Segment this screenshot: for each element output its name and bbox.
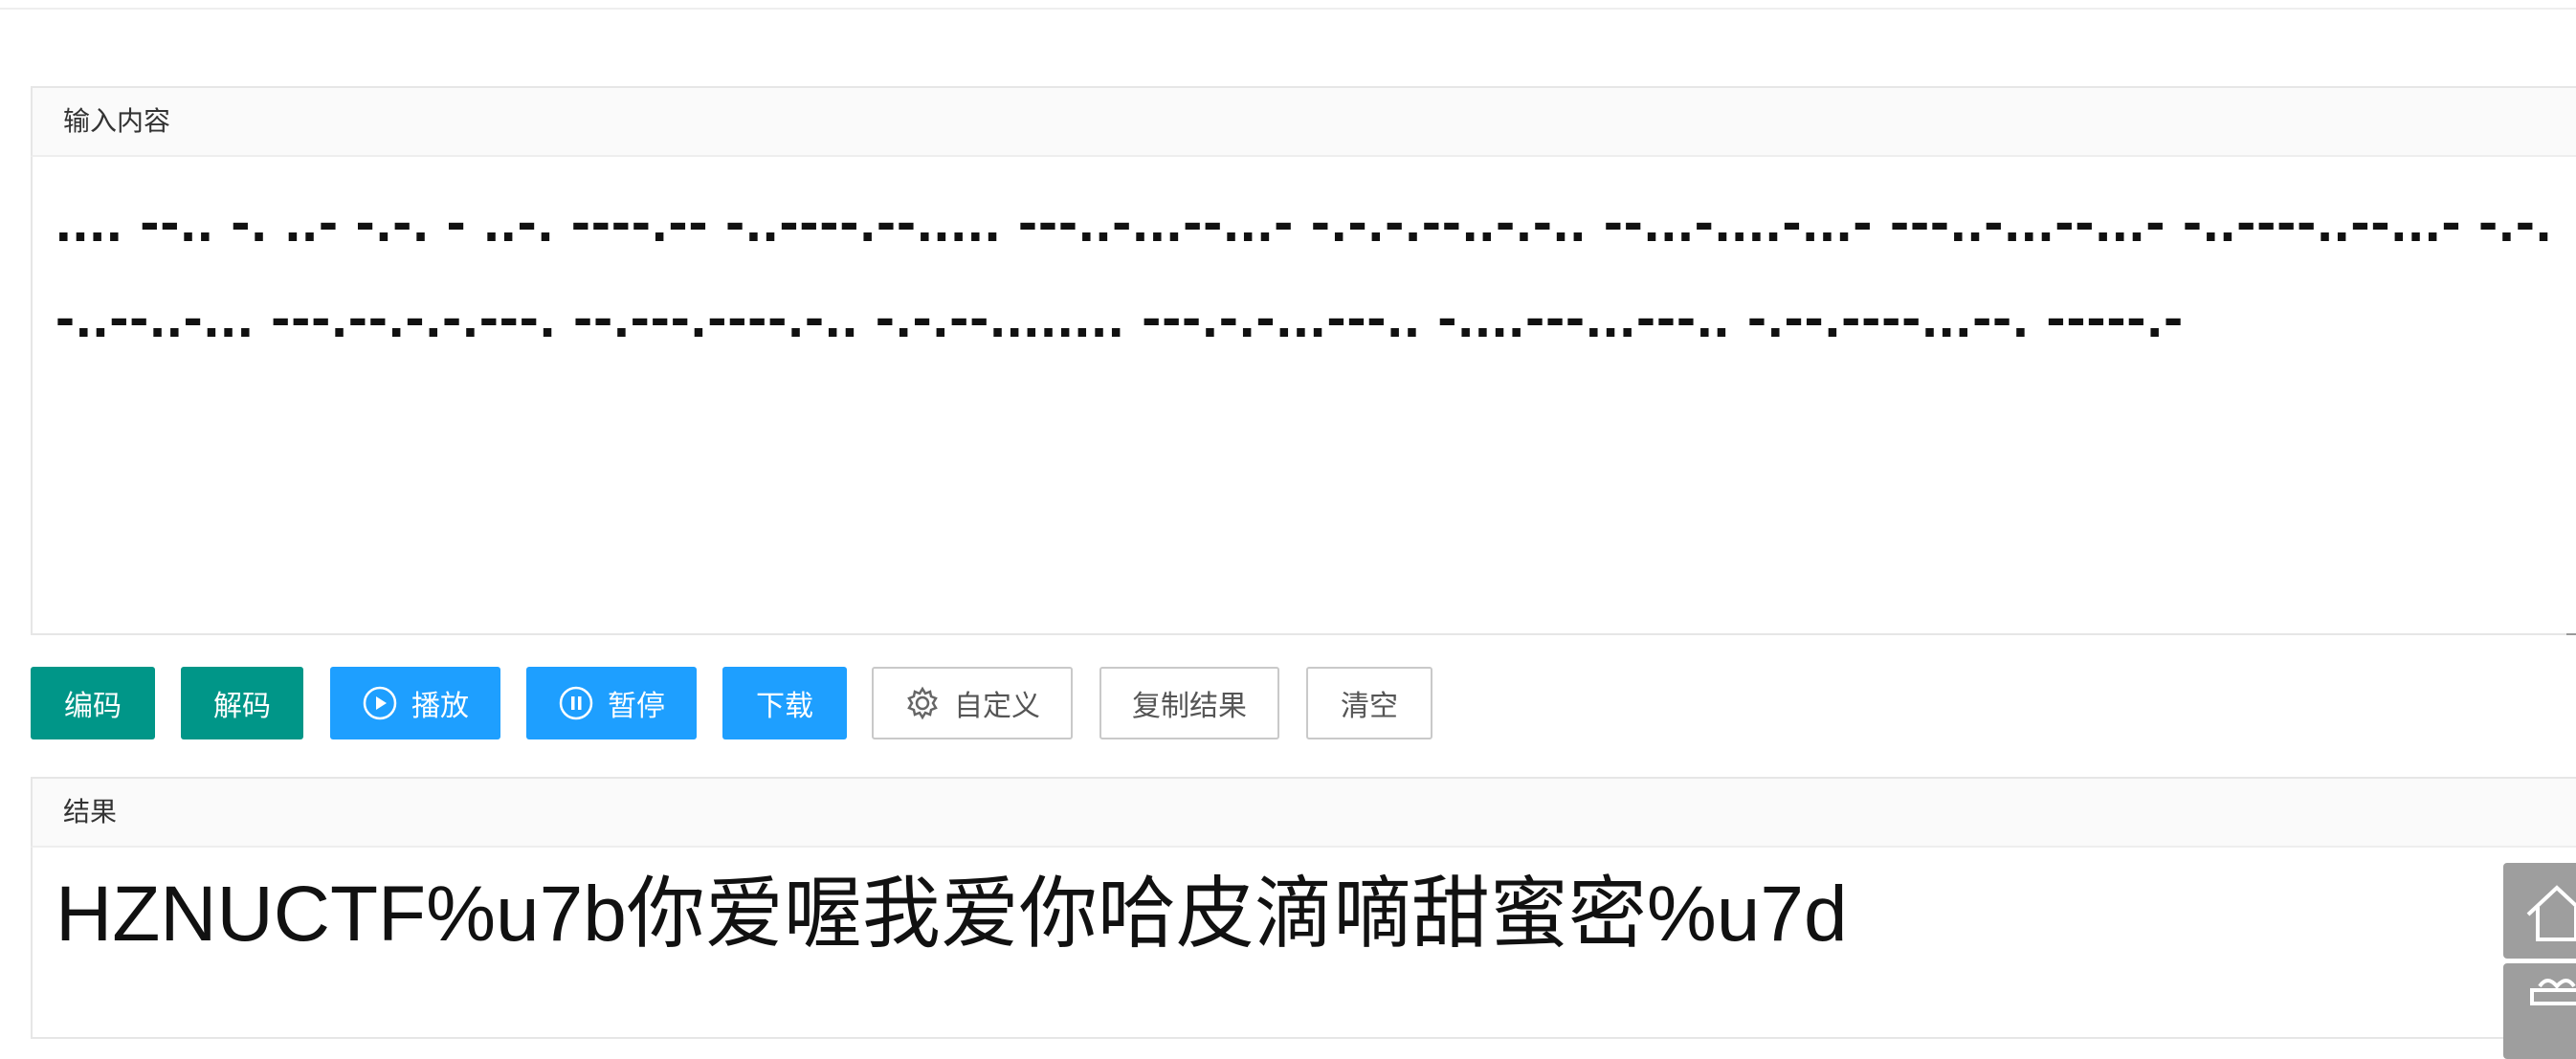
input-textarea[interactable]: .... --.. -. ..- -.-. - ..-. ----.-- -..…	[31, 157, 2576, 635]
copy-result-button-label: 复制结果	[1132, 691, 1247, 722]
result-panel-header: 结果	[31, 777, 2576, 848]
custom-button-label: 自定义	[954, 691, 1040, 722]
play-button[interactable]: 播放	[330, 667, 500, 739]
download-button-label: 下载	[756, 691, 813, 722]
pause-button[interactable]: 暂停	[526, 667, 697, 739]
resize-handle-icon[interactable]	[2566, 624, 2576, 635]
decode-button-label: 解码	[213, 691, 271, 722]
clear-button[interactable]: 清空	[1306, 667, 1432, 739]
decode-button[interactable]: 解码	[181, 667, 303, 739]
encode-button[interactable]: 编码	[31, 667, 155, 739]
pause-circle-icon	[559, 686, 593, 720]
custom-button[interactable]: 自定义	[872, 667, 1073, 739]
gift-icon	[2530, 979, 2576, 1005]
copy-result-button[interactable]: 复制结果	[1099, 667, 1279, 739]
play-button-label: 播放	[411, 691, 469, 722]
top-divider	[0, 8, 2576, 10]
gift-button[interactable]	[2503, 963, 2576, 1059]
result-output[interactable]: HZNUCTF%u7b你爱喔我爱你哈皮滴嘀甜蜜密%u7d	[31, 848, 2576, 1039]
clear-button-label: 清空	[1341, 691, 1398, 722]
pause-button-label: 暂停	[608, 691, 665, 722]
back-to-home-button[interactable]	[2503, 863, 2576, 959]
home-icon	[2526, 885, 2576, 941]
download-button[interactable]: 下载	[722, 667, 847, 739]
gear-icon	[907, 686, 938, 720]
play-circle-icon	[363, 686, 397, 720]
input-panel-header: 输入内容	[31, 86, 2576, 157]
encode-button-label: 编码	[64, 691, 122, 722]
